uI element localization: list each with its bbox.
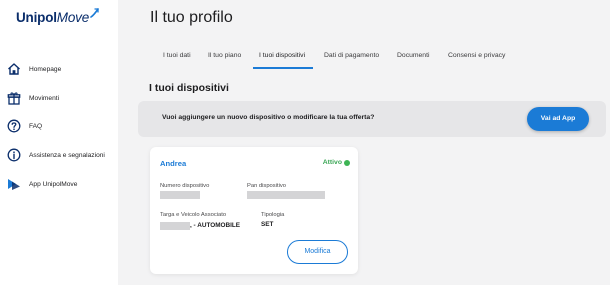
tab-il-tuo-piano[interactable]: Il tuo piano: [208, 45, 241, 68]
unipolmove-logo[interactable]: Unipol Move: [16, 8, 99, 25]
logo-swoosh-icon: [90, 8, 99, 18]
sidebar-item-movimenti[interactable]: Movimenti: [0, 87, 118, 109]
modifica-button[interactable]: Modifica: [287, 240, 348, 264]
tab-consensi-e-privacy[interactable]: Consensi e privacy: [448, 45, 505, 68]
active-tab-indicator: [253, 67, 313, 69]
device-card: Andrea Attivo Numero dispositivo Pan dis…: [150, 147, 358, 274]
sidebar-item-homepage[interactable]: Homepage: [0, 58, 118, 80]
upgrade-banner: Vuoi aggiungere un nuovo dispositivo o m…: [138, 101, 606, 137]
logo-text-unipol: Unipol: [16, 10, 57, 25]
tab-i-tuoi-dispositivi[interactable]: I tuoi dispositivi: [259, 45, 305, 68]
numero-dispositivo-redacted: [160, 191, 200, 199]
profile-tabs: I tuoi dati Il tuo piano I tuoi disposit…: [155, 45, 610, 70]
tipologia-value: SET: [261, 221, 274, 228]
targa-redacted: [160, 222, 190, 230]
sidebar-item-label: FAQ: [29, 122, 43, 130]
sidebar-item-faq[interactable]: FAQ: [0, 115, 118, 137]
sidebar-item-label: Assistenza e segnalazioni: [29, 151, 105, 159]
banner-text: Vuoi aggiungere un nuovo dispositivo o m…: [162, 114, 375, 121]
sidebar: Unipol Move Homepage Movimenti FAQ Assis…: [0, 0, 118, 285]
sidebar-item-label: App UnipolMove: [29, 180, 78, 188]
sidebar-item-label: Homepage: [29, 65, 62, 73]
home-icon: [8, 63, 20, 75]
app-icon: [8, 179, 20, 190]
question-icon: [7, 119, 21, 133]
pan-dispositivo-redacted: [247, 191, 325, 199]
section-title: I tuoi dispositivi: [149, 82, 229, 94]
pan-dispositivo-label: Pan dispositivo: [247, 183, 286, 189]
main-content: Il tuo profilo I tuoi dati Il tuo piano …: [118, 0, 610, 285]
gift-icon: [7, 92, 21, 105]
device-owner-name: Andrea: [160, 159, 187, 168]
sidebar-item-label: Movimenti: [29, 94, 60, 102]
tab-i-tuoi-dati[interactable]: I tuoi dati: [163, 45, 191, 68]
numero-dispositivo-label: Numero dispositivo: [160, 183, 210, 189]
targa-veicolo-label: Targa e Veicolo Associato: [160, 212, 227, 218]
sidebar-item-assistenza[interactable]: Assistenza e segnalazioni: [0, 144, 118, 166]
tab-dati-di-pagamento[interactable]: Dati di pagamento: [324, 45, 379, 68]
status-dot-icon: [344, 160, 350, 166]
info-icon: [7, 148, 21, 162]
status-badge: Attivo: [322, 159, 342, 166]
tab-documenti[interactable]: Documenti: [397, 45, 430, 68]
vai-ad-app-button[interactable]: Vai ad App: [527, 107, 589, 131]
targa-veicolo-value: , - AUTOMOBILE: [190, 222, 241, 229]
page-title: Il tuo profilo: [150, 9, 233, 26]
logo-text-move: Move: [56, 10, 90, 25]
sidebar-item-app-unipolmove[interactable]: App UnipolMove: [0, 173, 118, 195]
tipologia-label: Tipologia: [261, 212, 285, 218]
